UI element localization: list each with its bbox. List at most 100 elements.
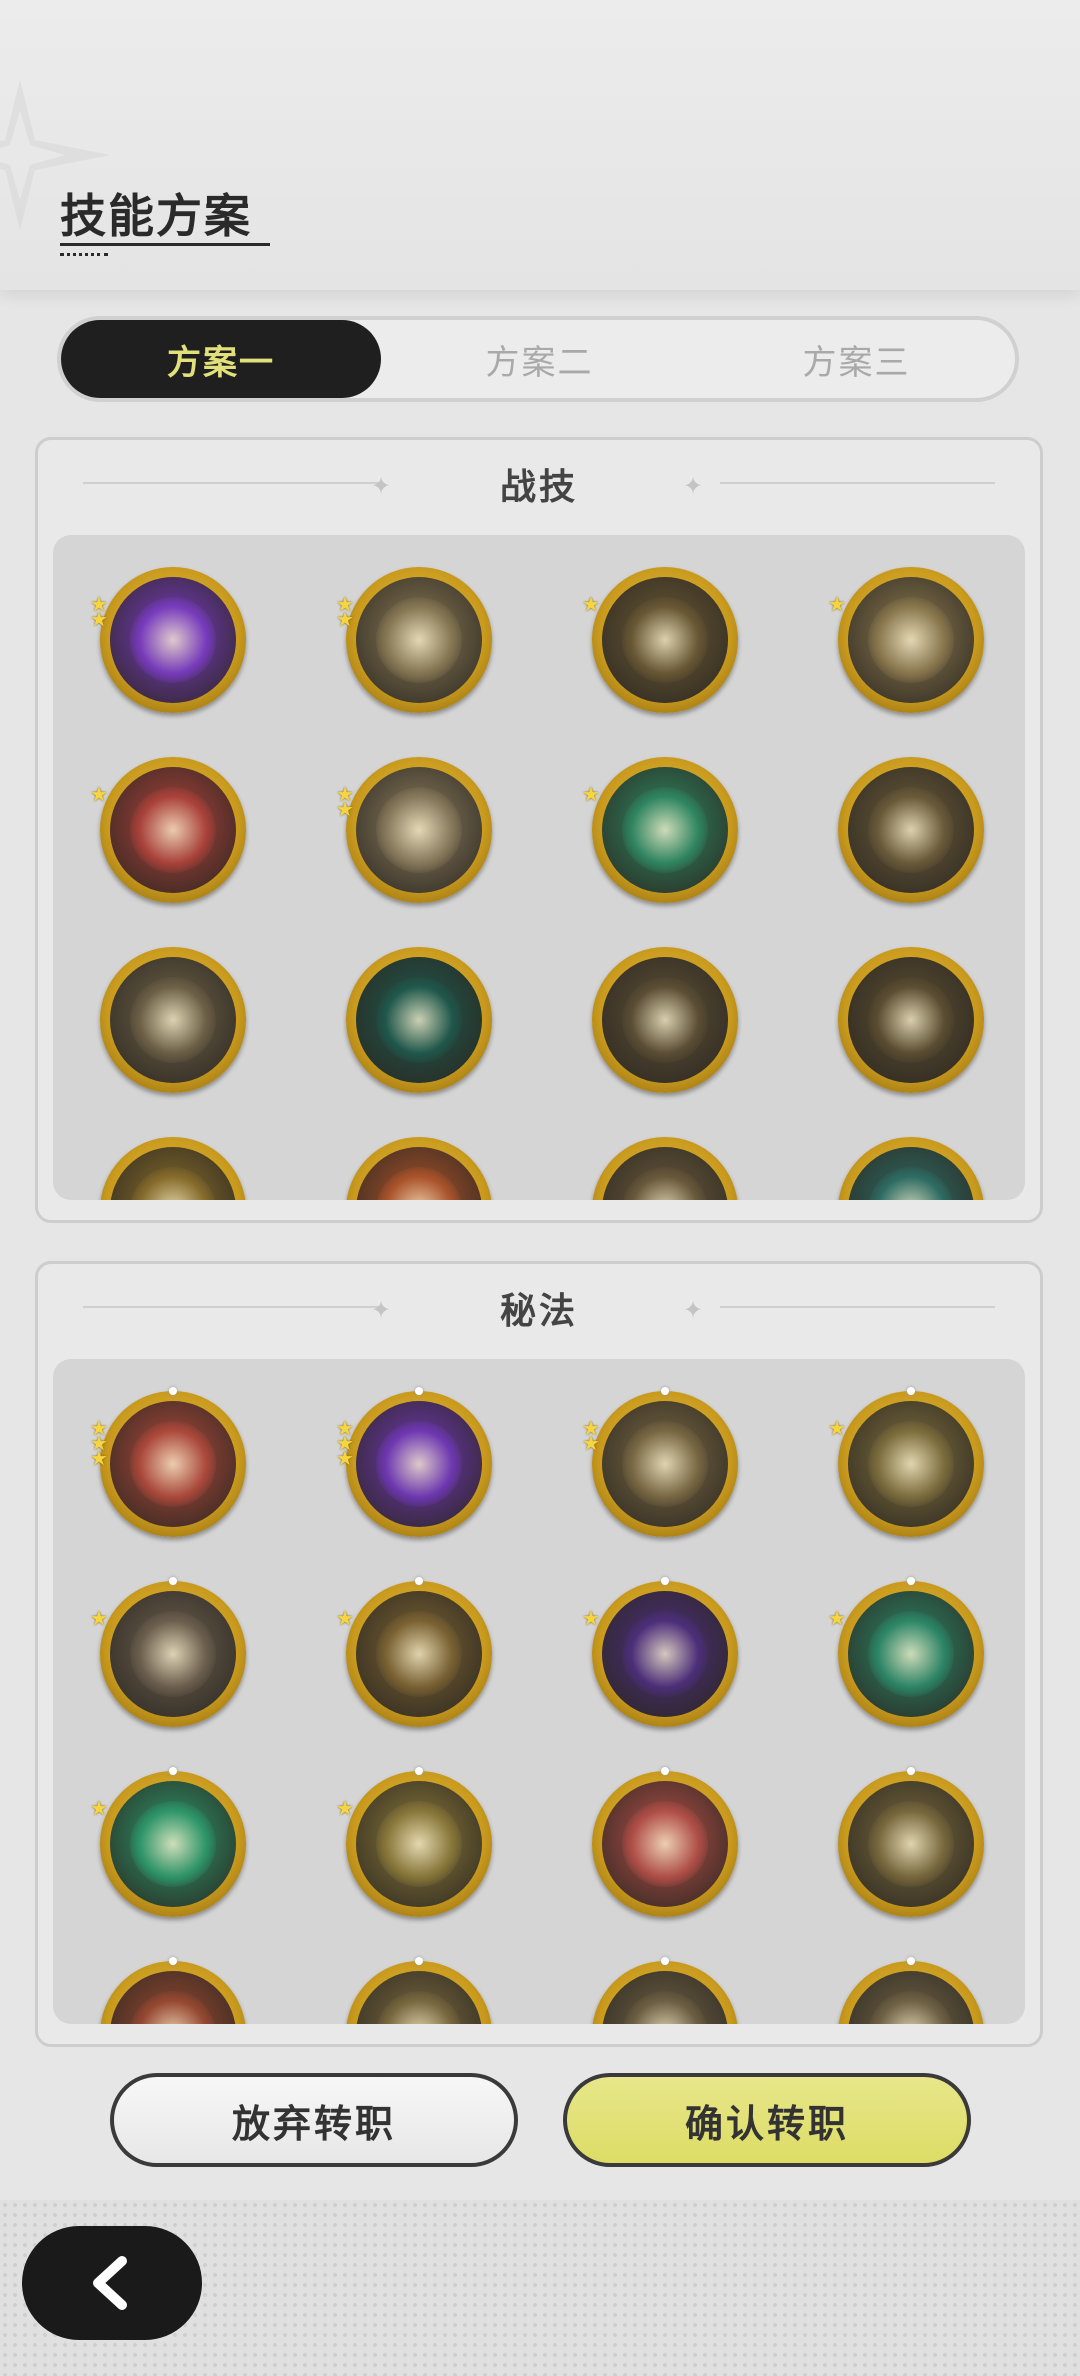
slot-pin-icon [415, 1767, 423, 1775]
star-icon: ★ [828, 1606, 846, 1630]
skill-slot[interactable]: ★ ★ [336, 757, 492, 903]
green-upward-arrows-icon [602, 767, 728, 893]
gold-explosion-icon [602, 577, 728, 703]
abandon-job-change-button[interactable]: 放弃转职 [110, 2073, 518, 2167]
skill-slot[interactable]: ★ [336, 1577, 492, 1727]
slot-pin-icon [661, 1387, 669, 1395]
skill-slot[interactable] [592, 1957, 738, 2024]
star-icon: ★ [90, 1796, 108, 1820]
skill-slot[interactable]: ★ ★ ★ [90, 1387, 246, 1537]
secret-arts-skill-grid[interactable]: ★ ★ ★ ★ ★ ★ ★ ★ ★ ★ ★ ★ ★ ★ ★ [53, 1359, 1025, 2024]
skill-slot[interactable] [838, 757, 984, 903]
star-rank-icon: ★ ★ ★ [336, 1418, 354, 1468]
title-underline [60, 243, 270, 246]
skill-glow [868, 597, 954, 683]
skill-slot[interactable] [838, 947, 984, 1093]
teal-wave-icon [848, 1147, 974, 1200]
skill-slot[interactable]: ★ [90, 1767, 246, 1917]
star-rank-icon: ★ [336, 1798, 354, 1818]
page-title: 技能方案 [60, 189, 252, 243]
star-icon: ★ [90, 1446, 108, 1470]
skill-slot[interactable] [346, 947, 492, 1093]
skill-glow [622, 1611, 708, 1697]
skill-slot[interactable] [592, 947, 738, 1093]
skill-slot[interactable] [100, 1957, 246, 2024]
skill-slot[interactable] [100, 947, 246, 1093]
skill-slot[interactable]: ★ ★ [336, 567, 492, 713]
gold-golem-icon [848, 1781, 974, 1907]
skill-glow [376, 1991, 462, 2024]
gold-shard-strike-icon [848, 767, 974, 893]
star-rank-icon: ★ [90, 1796, 108, 1820]
skill-slot[interactable]: ★ [582, 1577, 738, 1727]
skill-slot[interactable]: ★ [582, 757, 738, 903]
skill-slot[interactable]: ★ ★ ★ [336, 1387, 492, 1537]
star-rank-icon: ★ [90, 784, 108, 804]
back-button[interactable] [22, 2226, 202, 2340]
skill-glow [622, 1167, 708, 1200]
star-rank-icon: ★ [582, 594, 600, 614]
star-rank-icon: ★ ★ ★ [90, 1418, 108, 1470]
skill-glow [622, 1801, 708, 1887]
slot-pin-icon [169, 1387, 177, 1395]
star-rank-icon: ★ [828, 1606, 846, 1630]
skill-slot[interactable] [346, 1957, 492, 2024]
gold-swirl-icon [848, 577, 974, 703]
combat-skill-grid[interactable]: ★ ★ ★ ★ ★ ★ ★ ★ ★ ★ [53, 535, 1025, 1200]
gold-shards-icon [602, 1147, 728, 1200]
skill-slot[interactable]: ★ ★ [582, 1387, 738, 1537]
gold-crown-icon [110, 1147, 236, 1200]
purple-flame-icon [356, 1401, 482, 1527]
skill-glow [868, 787, 954, 873]
skill-glow [868, 977, 954, 1063]
gold-skill-icon [602, 1971, 728, 2024]
skill-slot[interactable] [346, 1137, 492, 1200]
red-warrior-sword-icon [110, 767, 236, 893]
gold-spikes-icon [602, 957, 728, 1083]
gold-guardian-icon [356, 1781, 482, 1907]
skill-glow [130, 787, 216, 873]
skill-slot[interactable]: ★ ★ [90, 567, 246, 713]
skill-slot[interactable]: ★ [582, 567, 738, 713]
skill-glow [130, 1801, 216, 1887]
skill-slot[interactable]: ★ [90, 1577, 246, 1727]
slot-pin-icon [415, 1957, 423, 1965]
tab-plan-1[interactable]: 方案一 [61, 320, 381, 398]
star-rank-icon: ★ [336, 1608, 354, 1628]
skill-glow [376, 1801, 462, 1887]
skill-slot[interactable] [838, 1137, 984, 1200]
skill-slot[interactable] [838, 1957, 984, 2024]
skill-slot[interactable] [100, 1137, 246, 1200]
skill-slot[interactable]: ★ [90, 757, 246, 903]
slot-pin-icon [415, 1577, 423, 1585]
skill-slot[interactable] [838, 1767, 984, 1917]
skill-slot[interactable] [592, 1767, 738, 1917]
skill-slot[interactable] [592, 1137, 738, 1200]
skill-slot[interactable]: ★ [828, 567, 984, 713]
skill-glow [868, 1611, 954, 1697]
gold-leaf-icon [602, 1401, 728, 1527]
skill-slot[interactable]: ★ [828, 1387, 984, 1537]
star-rank-icon: ★ [90, 1606, 108, 1630]
star-icon: ★ [582, 782, 600, 806]
slot-pin-icon [661, 1577, 669, 1585]
red-skill-icon [110, 1971, 236, 2024]
confirm-job-change-button[interactable]: 确认转职 [563, 2073, 971, 2167]
tab-plan-3[interactable]: 方案三 [698, 320, 1015, 398]
skill-slot[interactable]: ★ [336, 1767, 492, 1917]
skill-glow [622, 787, 708, 873]
tab-plan-2[interactable]: 方案二 [381, 320, 698, 398]
slot-pin-icon [169, 1767, 177, 1775]
star-rank-icon: ★ [828, 594, 846, 614]
skill-glow [622, 597, 708, 683]
star-rank-icon: ★ ★ [336, 594, 354, 629]
star-icon: ★ [90, 1606, 108, 1630]
gold-spin-icon [110, 957, 236, 1083]
skill-slot[interactable]: ★ [828, 1577, 984, 1727]
skill-glow [130, 977, 216, 1063]
skill-glow [868, 1421, 954, 1507]
star-rank-icon: ★ ★ [90, 594, 108, 629]
purple-heart-burst-icon [110, 577, 236, 703]
star-icon: ★ [582, 1606, 600, 1630]
diamond-icon: ✦ [683, 472, 704, 500]
